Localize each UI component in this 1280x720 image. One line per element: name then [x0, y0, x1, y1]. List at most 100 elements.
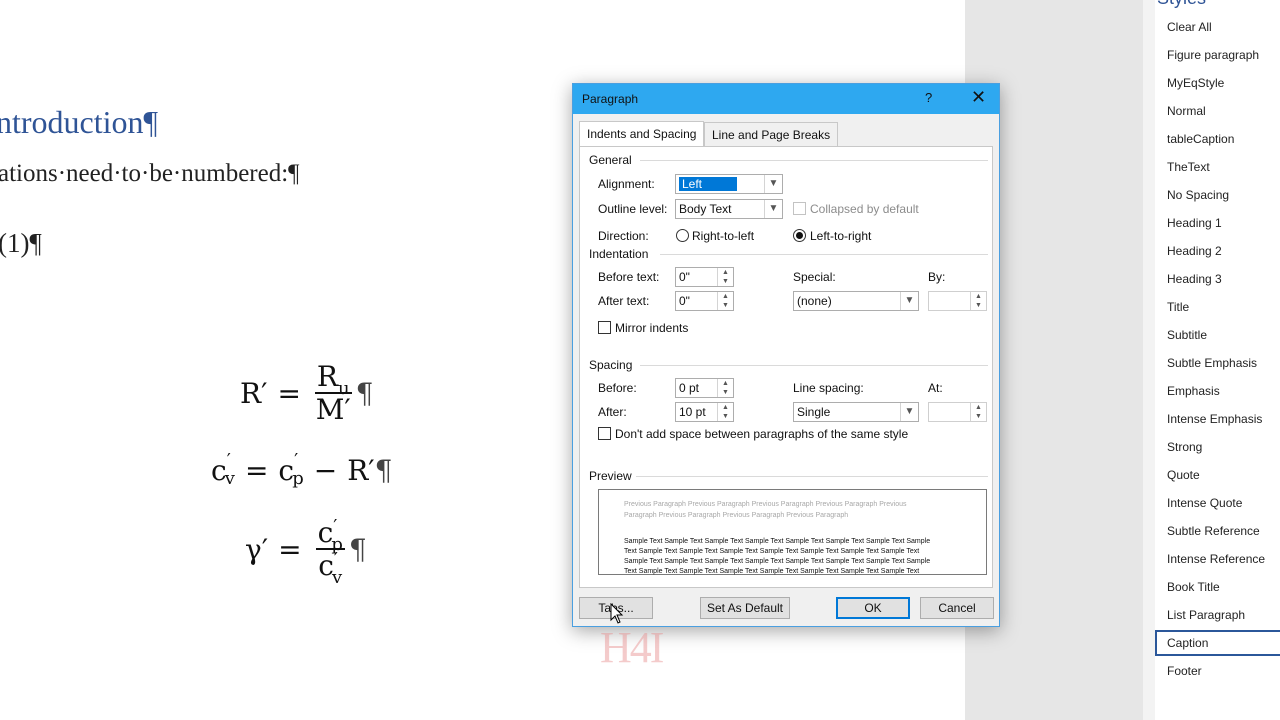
special-select[interactable]: (none) ▼	[793, 291, 919, 311]
style-item-thetext[interactable]: TheText	[1155, 154, 1280, 180]
collapsed-by-default-label: Collapsed by default	[810, 202, 919, 216]
spinner-arrows-icon[interactable]: ▲ ▼	[970, 292, 986, 310]
eq3-equals: =	[278, 532, 302, 566]
style-item-no-spacing[interactable]: No Spacing	[1155, 182, 1280, 208]
collapsed-by-default-checkbox[interactable]	[793, 202, 806, 215]
alignment-select[interactable]: Left ▼	[675, 174, 783, 194]
spinner-arrows-icon[interactable]: ▲ ▼	[970, 403, 986, 421]
style-item-heading-3[interactable]: Heading 3	[1155, 266, 1280, 292]
preview-sample-text: Sample Text Sample Text Sample Text Samp…	[624, 538, 931, 575]
dialog-titlebar[interactable]: Paragraph ? ✕	[573, 84, 999, 114]
by-spinner[interactable]: ▲ ▼	[928, 291, 987, 311]
set-as-default-button[interactable]: Set As Default	[700, 597, 790, 619]
ok-button[interactable]: OK	[836, 597, 910, 619]
style-item-emphasis[interactable]: Emphasis	[1155, 378, 1280, 404]
help-icon[interactable]: ?	[925, 90, 932, 105]
style-item-intense-quote[interactable]: Intense Quote	[1155, 490, 1280, 516]
tab-panel: General Alignment: Left ▼ Outline level:…	[579, 146, 993, 588]
after-text-value: 0"	[679, 294, 690, 308]
watermark-logo: H4I	[600, 623, 664, 672]
before-text-label: Before text:	[598, 270, 660, 284]
dialog-title: Paragraph	[582, 92, 639, 106]
chevron-down-icon[interactable]: ▼	[764, 200, 782, 218]
style-item-quote[interactable]: Quote	[1155, 462, 1280, 488]
tab-line-and-page-breaks[interactable]: Line and Page Breaks	[704, 122, 839, 146]
style-item-figure-paragraph[interactable]: Figure paragraph	[1155, 42, 1280, 68]
spacing-before-value: 0 pt	[679, 381, 700, 395]
spacing-before-spinner[interactable]: 0 pt ▲ ▼	[675, 378, 734, 398]
eq1-mark: ¶	[355, 376, 374, 410]
preview-previous-paragraph: Previous Paragraph Previous Paragraph Pr…	[624, 501, 907, 519]
eq2-minus: −	[313, 454, 338, 487]
tab-indents-and-spacing[interactable]: Indents and Spacing	[579, 121, 705, 147]
spacing-after-value: 10 pt	[679, 405, 706, 419]
eq3-fraction: c′p c′v	[315, 517, 345, 587]
at-spinner[interactable]: ▲ ▼	[928, 402, 987, 422]
before-text-spinner[interactable]: 0" ▲ ▼	[675, 267, 734, 287]
spinner-arrows-icon[interactable]: ▲ ▼	[717, 379, 733, 397]
direction-label: Direction:	[598, 229, 649, 243]
mirror-indents-checkbox[interactable]	[598, 321, 611, 334]
style-item-strong[interactable]: Strong	[1155, 434, 1280, 460]
heading-introduction: ntroduction¶	[0, 104, 159, 140]
style-item-list-paragraph[interactable]: List Paragraph	[1155, 602, 1280, 628]
style-item-caption[interactable]: Caption	[1155, 630, 1280, 656]
style-item-subtitle[interactable]: Subtitle	[1155, 322, 1280, 348]
spinner-arrows-icon[interactable]: ▲ ▼	[717, 268, 733, 286]
right-to-left-radio[interactable]	[676, 229, 689, 242]
general-divider	[640, 160, 988, 161]
spinner-arrows-icon[interactable]: ▲ ▼	[717, 403, 733, 421]
preview-divider	[636, 476, 988, 477]
style-item-myeqstyle[interactable]: MyEqStyle	[1155, 70, 1280, 96]
cancel-button[interactable]: Cancel	[920, 597, 994, 619]
eq2-equals: =	[244, 454, 269, 487]
chevron-down-icon[interactable]: ▼	[764, 175, 782, 193]
style-item-book-title[interactable]: Book Title	[1155, 574, 1280, 600]
eq1-lhs: R′	[240, 376, 268, 410]
style-item-subtle-emphasis[interactable]: Subtle Emphasis	[1155, 350, 1280, 376]
special-value: (none)	[797, 294, 832, 308]
spinner-arrows-icon[interactable]: ▲ ▼	[717, 292, 733, 310]
outline-level-value: Body Text	[679, 202, 732, 216]
before-text-value: 0"	[679, 270, 690, 284]
alignment-label: Alignment:	[598, 177, 655, 191]
style-item-subtle-reference[interactable]: Subtle Reference	[1155, 518, 1280, 544]
style-item-intense-reference[interactable]: Intense Reference	[1155, 546, 1280, 572]
eq1-num-sub: u	[338, 378, 350, 399]
style-item-normal[interactable]: Normal	[1155, 98, 1280, 124]
after-text-spinner[interactable]: 0" ▲ ▼	[675, 291, 734, 311]
eq1-num-base: R	[316, 360, 339, 393]
chevron-down-icon[interactable]: ▼	[900, 403, 918, 421]
style-item-clear-all[interactable]: Clear All	[1155, 14, 1280, 40]
line-spacing-select[interactable]: Single ▼	[793, 402, 919, 422]
eq3-lhs: γ′	[245, 532, 269, 566]
style-item-tablecaption[interactable]: tableCaption	[1155, 126, 1280, 152]
mirror-indents-label: Mirror indents	[615, 321, 689, 335]
indentation-divider	[660, 254, 988, 255]
style-item-heading-2[interactable]: Heading 2	[1155, 238, 1280, 264]
outline-level-label: Outline level:	[598, 202, 668, 216]
left-to-right-radio[interactable]	[793, 229, 806, 242]
equation-3: γ′ = c′p c′v ¶	[245, 517, 367, 587]
outline-level-select[interactable]: Body Text ▼	[675, 199, 783, 219]
dont-add-space-checkbox[interactable]	[598, 427, 611, 440]
special-label: Special:	[793, 270, 836, 284]
styles-pane-title: Styles	[1157, 0, 1206, 9]
spacing-after-label: After:	[598, 405, 627, 419]
eq1-equals: =	[277, 376, 301, 410]
eq3-den-sub: v	[332, 567, 343, 589]
eq3-mark: ¶	[348, 532, 367, 566]
paragraph-dialog: Paragraph ? ✕ Indents and Spacing Line a…	[572, 83, 1000, 627]
close-icon[interactable]: ✕	[971, 87, 986, 108]
eq1-fraction: Ru M′	[314, 360, 352, 425]
style-item-footer[interactable]: Footer	[1155, 658, 1280, 684]
after-text-label: After text:	[598, 294, 650, 308]
style-item-title[interactable]: Title	[1155, 294, 1280, 320]
body-paragraph: ations·need·to·be·numbered:¶	[0, 160, 300, 187]
right-to-left-label: Right-to-left	[692, 229, 755, 243]
chevron-down-icon[interactable]: ▼	[900, 292, 918, 310]
style-item-heading-1[interactable]: Heading 1	[1155, 210, 1280, 236]
style-item-intense-emphasis[interactable]: Intense Emphasis	[1155, 406, 1280, 432]
spacing-after-spinner[interactable]: 10 pt ▲ ▼	[675, 402, 734, 422]
dont-add-space-label: Don't add space between paragraphs of th…	[615, 427, 909, 441]
